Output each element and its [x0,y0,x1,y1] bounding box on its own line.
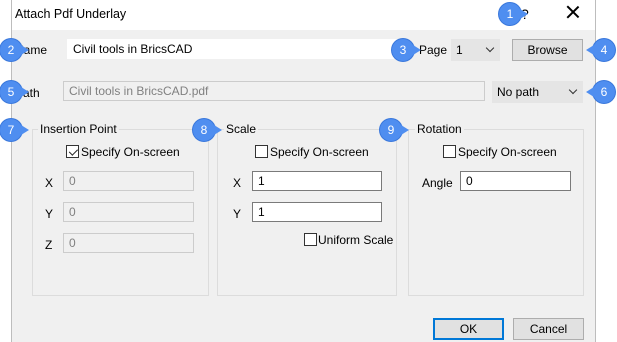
insertion-x-label: X [45,176,54,190]
insertion-x-field: 0 [63,171,194,191]
attach-pdf-underlay-dialog: Attach Pdf Underlay ? Name Civil tools i… [11,0,596,342]
insertion-point-title: Insertion Point [38,122,119,136]
insertion-z-field: 0 [63,233,194,253]
insertion-z-value: 0 [69,236,76,250]
callout-5: 5 [0,81,29,103]
chevron-down-icon [485,43,495,53]
uniform-scale-checkbox[interactable] [304,233,317,246]
scale-x-field[interactable]: 1 [252,171,382,191]
scale-specify-checkbox[interactable] [255,145,268,158]
path-type-select[interactable]: No path [492,81,583,103]
path-field: Civil tools in BricsCAD.pdf [63,81,485,101]
rotation-specify-label: Specify On-screen [458,145,557,159]
page-select[interactable]: 1 [451,39,500,61]
insertion-x-value: 0 [69,174,76,188]
scale-y-value: 1 [258,205,265,219]
callout-1: 1 [499,3,528,25]
close-icon[interactable] [565,4,581,20]
insertion-y-field: 0 [63,202,194,222]
scale-specify-label: Specify On-screen [270,145,369,159]
uniform-scale-label: Uniform Scale [318,233,394,247]
chevron-down-icon [568,85,578,95]
callout-2: 2 [0,39,29,61]
browse-button[interactable]: Browse [512,39,583,61]
callout-7: 7 [0,119,29,141]
insertion-z-label: Z [45,238,53,252]
callout-8: 8 [193,119,222,141]
page-value: 1 [456,43,463,57]
name-value: Civil tools in BricsCAD [73,42,193,56]
rotation-title: Rotation [415,122,464,136]
path-value: Civil tools in BricsCAD.pdf [69,84,209,98]
callout-3: 3 [392,39,421,61]
insertion-y-value: 0 [69,205,76,219]
angle-label: Angle [422,176,453,190]
insertion-specify-checkbox[interactable] [66,145,79,158]
insertion-specify-label: Specify On-screen [81,145,180,159]
callout-4: 4 [586,39,615,61]
page-label: Page [419,43,448,57]
scale-title: Scale [224,122,259,136]
path-type-value: No path [497,85,540,99]
scale-x-label: X [233,176,242,190]
callout-9: 9 [380,119,409,141]
insertion-y-label: Y [45,207,54,221]
callout-6: 6 [586,81,615,103]
scale-y-field[interactable]: 1 [252,202,382,222]
dialog-title: Attach Pdf Underlay [15,7,127,21]
angle-field[interactable]: 0 [460,171,571,191]
cancel-button[interactable]: Cancel [513,318,584,340]
scale-y-label: Y [233,207,242,221]
name-field[interactable]: Civil tools in BricsCAD [67,39,400,59]
ok-button[interactable]: OK [433,318,504,340]
angle-value: 0 [466,174,473,188]
rotation-specify-checkbox[interactable] [443,145,456,158]
scale-x-value: 1 [258,174,265,188]
